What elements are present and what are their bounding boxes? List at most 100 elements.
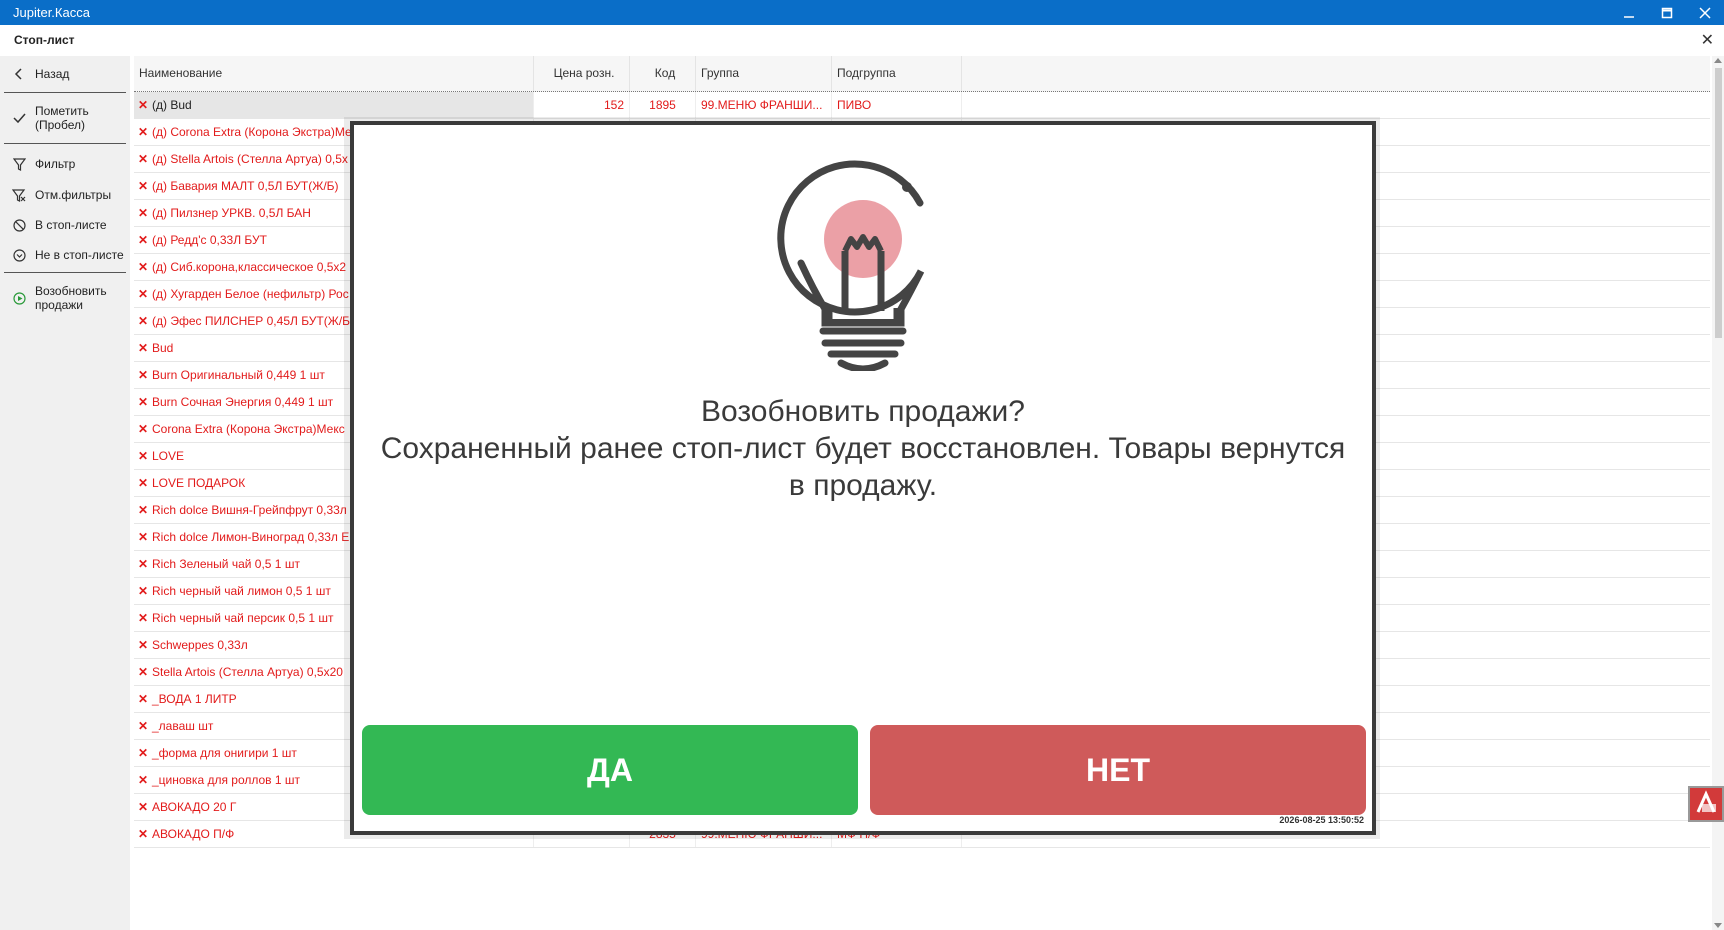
- cell-name-text: Rich Зеленый чай 0,5 1 шт: [152, 557, 300, 571]
- stoplist-x-icon: ✕: [138, 773, 149, 787]
- stoplist-x-icon: ✕: [138, 611, 149, 625]
- cell-name-text: Bud: [152, 341, 174, 355]
- stoplist-x-icon: ✕: [138, 314, 149, 328]
- stoplist-x-icon: ✕: [138, 530, 149, 544]
- cell-subgroup-text: ПИВО: [837, 98, 872, 112]
- scroll-up-icon[interactable]: [1714, 58, 1722, 63]
- cell-subgroup: ПИВО: [832, 92, 962, 118]
- column-header-code[interactable]: Код: [630, 56, 696, 91]
- stoplist-x-icon: ✕: [138, 476, 149, 490]
- column-header-group[interactable]: Группа: [696, 56, 832, 91]
- cell-name-text: Stella Artois (Стелла Артуа) 0,5х20: [152, 665, 343, 679]
- clear-filters-button[interactable]: Отм.фильтры: [0, 180, 130, 210]
- maximize-icon[interactable]: [1648, 0, 1686, 25]
- stoplist-x-icon: ✕: [138, 368, 149, 382]
- stoplist-x-icon: ✕: [138, 422, 149, 436]
- close-icon[interactable]: ✕: [1701, 30, 1714, 50]
- cell-name-text: LOVE: [152, 449, 185, 463]
- resume-sales-button[interactable]: Возобновить продажи: [0, 275, 130, 321]
- in-stoplist-button[interactable]: В стоп-листе: [0, 210, 130, 240]
- stoplist-x-icon: ✕: [138, 449, 149, 463]
- stoplist-x-icon: ✕: [138, 260, 149, 274]
- stoplist-x-icon: ✕: [138, 665, 149, 679]
- column-header-name[interactable]: Наименование: [134, 56, 534, 91]
- window-titlebar: Jupiter.Касса: [0, 0, 1724, 25]
- mark-button[interactable]: Пометить (Пробел): [0, 93, 130, 143]
- dialog-question: Возобновить продажи?: [701, 395, 1025, 428]
- cell-name-text: Burn Сочная Энергия 0,449 1 шт: [152, 395, 334, 409]
- cell-group-text: 99.МЕНЮ ФРАНШИ...: [701, 98, 823, 112]
- chevron-circle-icon: [12, 248, 26, 262]
- scroll-thumb[interactable]: [1715, 68, 1722, 338]
- divider: [4, 272, 126, 273]
- table-header: Наименование Цена розн. Код Группа Подгр…: [134, 56, 1710, 92]
- stoplist-x-icon: ✕: [138, 287, 149, 301]
- stoplist-x-icon: ✕: [138, 638, 149, 652]
- cell-name-text: Rich dolce Вишня-Грейпфрут 0,33л: [152, 503, 347, 517]
- stoplist-x-icon: ✕: [138, 98, 149, 112]
- check-icon: [12, 111, 26, 125]
- filter-clear-icon: [12, 188, 26, 202]
- confirm-dialog: Возобновить продажи? Сохраненный ранее с…: [350, 121, 1376, 835]
- window-controls: [1610, 0, 1724, 25]
- stoplist-x-icon: ✕: [138, 233, 149, 247]
- column-header-subgroup[interactable]: Подгруппа: [832, 56, 962, 91]
- dialog-description-cont: в продажу.: [788, 469, 938, 502]
- cell-name-text: Schweppes 0,33л: [152, 638, 248, 652]
- stoplist-x-icon: ✕: [138, 152, 149, 166]
- window-close-icon[interactable]: [1686, 0, 1724, 25]
- back-button[interactable]: Назад: [0, 56, 130, 92]
- stoplist-x-icon: ✕: [138, 206, 149, 220]
- stoplist-x-icon: ✕: [138, 800, 149, 814]
- stoplist-x-icon: ✕: [138, 719, 149, 733]
- dialog-description: Сохраненный ранее стоп-лист будет восста…: [380, 432, 1346, 465]
- cell-name-text: (д) Сиб.корона,классическое 0,5х2: [152, 260, 347, 274]
- cell-name-text: (д) Corona Extra (Корона Экстра)Ме: [152, 125, 352, 139]
- cell-name-text: (д) Эфес ПИЛСНЕР 0,45Л БУТ(Ж/Б: [152, 314, 351, 328]
- cell-name-text: (д) Бавария МАЛТ 0,5Л БУТ(Ж/Б): [152, 179, 339, 193]
- chevron-left-icon: [12, 67, 26, 81]
- stoplist-x-icon: ✕: [138, 557, 149, 571]
- yes-button[interactable]: ДА: [362, 725, 858, 815]
- sidebar-item-label: Не в стоп-листе: [35, 248, 124, 262]
- cell-name-text: Corona Extra (Корона Экстра)Мекс: [152, 422, 345, 436]
- minimize-icon[interactable]: [1610, 0, 1648, 25]
- sidebar-item-label: Назад: [35, 67, 70, 81]
- cell-price: 152: [534, 92, 630, 118]
- cell-name-text: (д) Bud: [152, 98, 192, 112]
- window-title: Jupiter.Касса: [13, 5, 90, 20]
- stoplist-x-icon: ✕: [138, 341, 149, 355]
- cell-name-text: Rich черный чай персик 0,5 1 шт: [152, 611, 334, 625]
- cell-name-text: Rich черный чай лимон 0,5 1 шт: [152, 584, 331, 598]
- stoplist-x-icon: ✕: [138, 395, 149, 409]
- app-shortcut-icon[interactable]: [1688, 786, 1724, 822]
- play-circle-icon: [12, 291, 26, 305]
- column-header-price[interactable]: Цена розн.: [534, 56, 630, 91]
- dialog-message: Возобновить продажи? Сохраненный ранее с…: [354, 393, 1372, 504]
- cell-name-text: (д) Хугарден Белое (нефильтр) Рос: [152, 287, 349, 301]
- lightbulb-icon: [777, 160, 925, 371]
- cell-name-text: (д) Пилзнер УРКВ. 0,5Л БАН: [152, 206, 311, 220]
- sidebar-item-label: Фильтр: [35, 157, 76, 171]
- cell-name-text: Rich dolce Лимон-Виноград 0,33л Е: [152, 530, 350, 544]
- cell-code: 1895: [630, 92, 696, 118]
- stoplist-x-icon: ✕: [138, 692, 149, 706]
- stoplist-x-icon: ✕: [138, 179, 149, 193]
- no-button[interactable]: НЕТ: [870, 725, 1366, 815]
- stoplist-x-icon: ✕: [138, 746, 149, 760]
- page-header: Стоп-лист ✕: [0, 25, 1724, 55]
- scroll-down-icon[interactable]: [1714, 923, 1722, 928]
- stoplist-x-icon: ✕: [138, 827, 149, 841]
- sidebar-item-label: Отм.фильтры: [35, 188, 112, 202]
- cell-name-text: Burn Оригинальный 0,449 1 шт: [152, 368, 325, 382]
- stoplist-x-icon: ✕: [138, 503, 149, 517]
- table-row[interactable]: ✕ (д) Bud 152 1895 99.МЕНЮ ФРАНШИ... ПИВО: [134, 92, 1710, 119]
- cell-name-text: LOVE ПОДАРОК: [152, 476, 246, 490]
- cell-name-text: _лаваш шт: [152, 719, 214, 733]
- filter-button[interactable]: Фильтр: [0, 148, 130, 180]
- cell-name-text: АВОКАДО П/Ф: [152, 827, 235, 841]
- sidebar-item-label: Возобновить продажи: [35, 284, 107, 312]
- cell-name-text: (д) Stella Artois (Стелла Артуа) 0,5х: [152, 152, 348, 166]
- not-in-stoplist-button[interactable]: Не в стоп-листе: [0, 240, 130, 270]
- cell-group: 99.МЕНЮ ФРАНШИ...: [696, 92, 832, 118]
